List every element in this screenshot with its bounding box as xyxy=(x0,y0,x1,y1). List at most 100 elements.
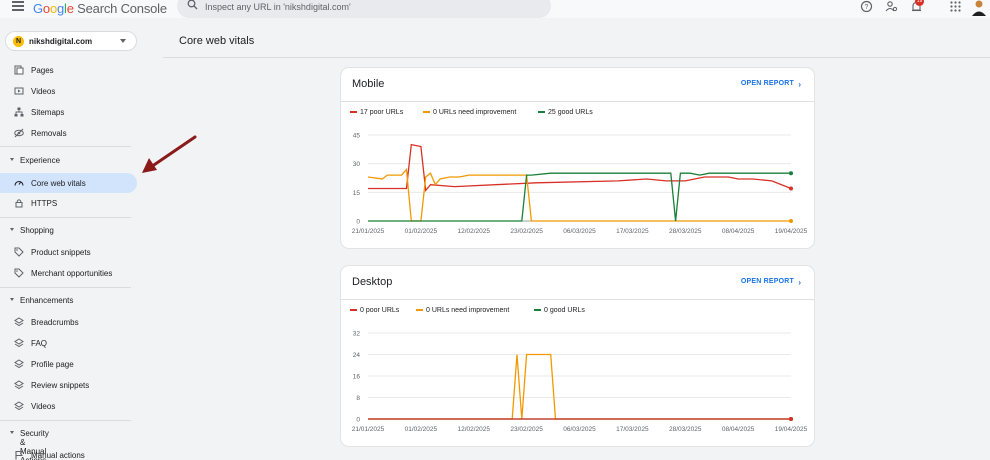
divider xyxy=(341,101,814,102)
x-tick-label: 19/04/2025 xyxy=(775,426,808,433)
sidebar-item-merchant-opportunities[interactable]: Merchant opportunities xyxy=(0,263,137,283)
lock-icon xyxy=(15,199,23,208)
sidebar-item-https[interactable]: HTTPS xyxy=(0,193,137,213)
x-tick-label: 23/02/2025 xyxy=(510,426,543,433)
y-tick-label: 16 xyxy=(353,374,361,381)
divider xyxy=(0,420,131,421)
legend-item[interactable]: 0 URLs need improvement xyxy=(423,109,516,119)
x-tick-label: 21/01/2025 xyxy=(352,426,385,433)
x-tick-label: 21/01/2025 xyxy=(352,228,385,235)
layers-icon xyxy=(14,338,24,348)
annotation-arrow-icon xyxy=(142,135,197,173)
divider xyxy=(341,299,814,300)
x-tick-label: 06/03/2025 xyxy=(563,426,596,433)
y-tick-label: 8 xyxy=(356,395,360,402)
sidebar-item-pages[interactable]: Pages xyxy=(0,60,137,80)
sidebar-item-videos[interactable]: Videos xyxy=(0,81,137,101)
property-selector[interactable]: N nikshdigital.com xyxy=(5,31,137,51)
y-tick-label: 0 xyxy=(356,219,360,226)
chevron-right-icon[interactable]: › xyxy=(798,278,801,287)
removals-icon xyxy=(14,128,24,138)
card-title: Mobile xyxy=(352,78,385,90)
legend-item[interactable]: 0 poor URLs xyxy=(350,307,399,317)
layers-icon xyxy=(14,401,24,411)
apps-grid-icon[interactable] xyxy=(950,1,961,12)
video-icon xyxy=(14,87,24,95)
tag-icon xyxy=(14,268,24,278)
settings-user-icon[interactable] xyxy=(885,0,898,13)
avatar[interactable] xyxy=(970,0,988,16)
top-bar: Google Search Console Inspect any URL in… xyxy=(0,0,990,18)
mobile-chart: 45 30 15 0 21/01/2025 01/02/2025 12/02/2025 23/… xyxy=(352,133,808,236)
sidebar-item-core-web-vitals[interactable]: Core web vitals xyxy=(0,173,137,193)
open-report-link[interactable]: OPEN REPORT xyxy=(741,80,794,87)
divider xyxy=(0,287,131,288)
property-favicon-icon: N xyxy=(13,36,24,47)
x-tick-label: 08/04/2025 xyxy=(722,426,755,433)
y-tick-label: 30 xyxy=(353,161,361,168)
sidebar-item-product-snippets[interactable]: Product snippets xyxy=(0,242,137,262)
x-tick-label: 19/04/2025 xyxy=(775,228,808,235)
series-end-point xyxy=(789,186,793,191)
sidebar-item-faq[interactable]: FAQ xyxy=(0,333,137,353)
sidebar-item-profile-page[interactable]: Profile page xyxy=(0,354,137,374)
x-tick-label: 17/03/2025 xyxy=(616,426,649,433)
page-title: Core web vitals xyxy=(179,35,255,47)
chevron-down-icon xyxy=(10,158,14,161)
pages-icon xyxy=(14,65,24,75)
desktop-chart: 32 24 16 8 0 21/01/2025 01/02/2025 12/02/2025 23… xyxy=(352,331,808,434)
sidebar-item-sitemaps[interactable]: Sitemaps xyxy=(0,102,137,122)
chevron-right-icon[interactable]: › xyxy=(798,80,801,89)
series-line xyxy=(368,172,791,222)
search-placeholder: Inspect any URL in 'nikshdigital.com' xyxy=(205,2,351,12)
sidebar-item-manual-actions[interactable]: Manual actions xyxy=(0,445,137,460)
sidebar-item-enh-videos[interactable]: Videos xyxy=(0,396,137,416)
legend-item[interactable]: 0 good URLs xyxy=(534,307,585,317)
open-report-link[interactable]: OPEN REPORT xyxy=(741,278,794,285)
search-icon xyxy=(187,0,198,10)
legend-marker xyxy=(538,111,545,114)
svg-text:?: ? xyxy=(865,4,869,11)
y-tick-label: 0 xyxy=(356,417,360,424)
sidebar-item-removals[interactable]: Removals xyxy=(0,123,137,143)
card-title: Desktop xyxy=(352,276,393,288)
legend-item[interactable]: 25 good URLs xyxy=(538,109,593,119)
layers-icon xyxy=(14,359,24,369)
legend-item[interactable]: 17 poor URLs xyxy=(350,109,403,119)
y-tick-label: 15 xyxy=(353,190,361,197)
y-tick-label: 32 xyxy=(353,331,361,338)
flag-icon xyxy=(15,451,23,460)
product-logo[interactable]: Google Search Console xyxy=(33,1,167,16)
x-tick-label: 12/02/2025 xyxy=(457,228,490,235)
series-line xyxy=(368,143,792,192)
series-end-point xyxy=(789,171,793,176)
x-tick-label: 28/03/2025 xyxy=(669,426,702,433)
series-end-point xyxy=(789,417,793,421)
sitemap-icon xyxy=(14,107,24,117)
x-tick-label: 23/02/2025 xyxy=(510,228,543,235)
sidebar-item-breadcrumbs[interactable]: Breadcrumbs xyxy=(0,312,137,332)
x-tick-label: 28/03/2025 xyxy=(669,228,702,235)
layers-icon xyxy=(14,317,24,327)
chevron-down-icon xyxy=(120,39,126,43)
y-tick-label: 45 xyxy=(353,133,361,140)
series-end-point xyxy=(789,219,793,223)
chevron-down-icon xyxy=(10,228,14,231)
chevron-down-icon xyxy=(10,298,14,301)
series-line xyxy=(368,353,791,420)
desktop-card: Desktop OPEN REPORT › 0 poor URLs 0 URLs… xyxy=(341,266,814,446)
divider xyxy=(0,146,131,147)
menu-icon[interactable] xyxy=(12,1,24,13)
url-inspection-search[interactable]: Inspect any URL in 'nikshdigital.com' xyxy=(177,0,551,18)
legend-item[interactable]: 0 URLs need improvement xyxy=(416,307,509,317)
legend-marker xyxy=(416,309,423,312)
x-tick-label: 01/02/2025 xyxy=(405,426,438,433)
help-icon[interactable]: ? xyxy=(860,0,873,13)
property-name: nikshdigital.com xyxy=(29,37,93,46)
legend-marker xyxy=(534,309,541,312)
x-tick-label: 17/03/2025 xyxy=(616,228,649,235)
sidebar-item-review-snippets[interactable]: Review snippets xyxy=(0,375,137,395)
legend-marker xyxy=(350,309,357,312)
divider xyxy=(0,217,131,218)
divider xyxy=(163,57,990,58)
